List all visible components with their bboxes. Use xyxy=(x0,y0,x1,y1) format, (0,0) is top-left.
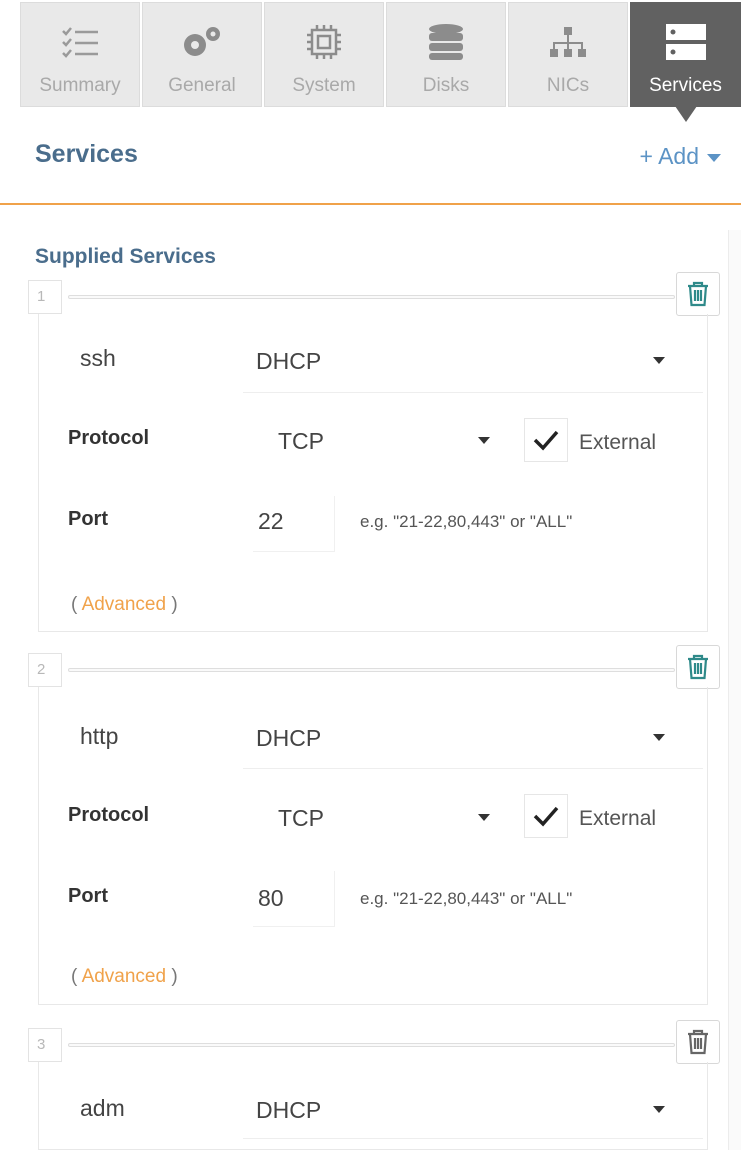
chevron-down-icon xyxy=(653,734,665,741)
network-icon xyxy=(509,17,627,67)
checkmark-icon xyxy=(533,430,559,451)
trash-icon xyxy=(688,281,708,307)
trash-icon xyxy=(688,654,708,680)
tab-summary[interactable]: Summary xyxy=(20,2,140,107)
tab-system[interactable]: System xyxy=(264,2,384,107)
advanced-toggle[interactable]: ( Advanced ) xyxy=(71,966,178,988)
tab-nics[interactable]: NICs xyxy=(508,2,628,107)
checkmark-icon xyxy=(533,806,559,827)
external-label: External xyxy=(579,807,657,830)
external-label: External xyxy=(579,431,657,454)
service-mode-select[interactable]: DHCP xyxy=(256,725,321,752)
port-value: 22 xyxy=(258,508,284,534)
delete-service-button[interactable] xyxy=(676,1020,720,1064)
advanced-toggle[interactable]: ( Advanced ) xyxy=(71,594,178,616)
protocol-label: Protocol xyxy=(68,804,150,826)
service-item: 2 http DHCP Protocol TCP External Port 8… xyxy=(28,645,723,1008)
chevron-down-icon xyxy=(653,1106,665,1113)
tab-services[interactable]: Services xyxy=(630,2,741,122)
service-index-row: 2 xyxy=(28,645,723,689)
tab-bar: Summary General System Disks NICs Servic… xyxy=(0,0,741,130)
paren-open: ( xyxy=(71,594,78,615)
service-frame xyxy=(38,314,708,632)
tab-label: General xyxy=(168,75,236,96)
page-title: Services xyxy=(35,140,138,168)
server-icon xyxy=(631,17,740,67)
paren-open: ( xyxy=(71,966,78,987)
delete-service-button[interactable] xyxy=(676,645,720,689)
tab-label: Services xyxy=(649,75,722,96)
chevron-down-icon xyxy=(653,357,665,364)
service-index: 2 xyxy=(28,653,62,687)
port-label: Port xyxy=(68,885,108,907)
paren-close: ) xyxy=(171,966,178,987)
service-frame xyxy=(38,687,708,1005)
tab-label: Summary xyxy=(39,75,121,96)
select-underline xyxy=(243,768,703,769)
database-icon xyxy=(387,17,505,67)
port-label: Port xyxy=(68,508,108,530)
delete-service-button[interactable] xyxy=(676,272,720,316)
select-underline xyxy=(243,392,703,393)
list-icon xyxy=(21,17,139,67)
protocol-label: Protocol xyxy=(68,427,150,449)
service-mode-select[interactable]: DHCP xyxy=(256,1097,321,1124)
external-checkbox[interactable] xyxy=(524,794,568,838)
add-label: + Add xyxy=(639,143,699,169)
port-value: 80 xyxy=(258,885,284,911)
separator xyxy=(68,295,675,299)
tab-label: System xyxy=(292,75,356,96)
gears-icon xyxy=(143,17,261,67)
port-hint: e.g. "21-22,80,443" or "ALL" xyxy=(360,512,573,531)
service-index: 3 xyxy=(28,1028,62,1062)
service-index: 1 xyxy=(28,280,62,314)
section-title: Supplied Services xyxy=(35,245,216,268)
service-name-field[interactable]: http xyxy=(80,723,118,750)
tab-disks[interactable]: Disks xyxy=(386,2,506,107)
port-hint: e.g. "21-22,80,443" or "ALL" xyxy=(360,889,573,908)
service-item: 3 adm DHCP xyxy=(28,1020,723,1150)
chevron-down-icon xyxy=(707,154,721,162)
add-button[interactable]: + Add xyxy=(640,143,721,170)
service-index-row: 3 xyxy=(28,1020,723,1064)
chip-icon xyxy=(265,17,383,67)
advanced-link[interactable]: Advanced xyxy=(82,966,167,987)
protocol-select[interactable]: TCP xyxy=(278,805,324,832)
chevron-down-icon xyxy=(478,437,490,444)
tab-label: NICs xyxy=(546,75,590,96)
protocol-select[interactable]: TCP xyxy=(278,428,324,455)
scrollbar[interactable] xyxy=(728,230,741,1150)
advanced-link[interactable]: Advanced xyxy=(82,594,167,615)
paren-close: ) xyxy=(171,594,178,615)
service-mode-select[interactable]: DHCP xyxy=(256,348,321,375)
service-index-row: 1 xyxy=(28,272,723,316)
external-checkbox[interactable] xyxy=(524,418,568,462)
select-underline xyxy=(243,1138,703,1139)
service-frame xyxy=(38,1062,708,1150)
divider xyxy=(0,203,741,205)
separator xyxy=(68,1043,675,1047)
service-name-field[interactable]: adm xyxy=(80,1095,125,1122)
separator xyxy=(68,668,675,672)
chevron-down-icon xyxy=(478,814,490,821)
tab-label: Disks xyxy=(422,75,470,96)
service-item: 1 ssh DHCP Protocol TCP External Port 22… xyxy=(28,272,723,635)
trash-icon xyxy=(688,1029,708,1055)
tab-general[interactable]: General xyxy=(142,2,262,107)
service-name-field[interactable]: ssh xyxy=(80,345,116,372)
